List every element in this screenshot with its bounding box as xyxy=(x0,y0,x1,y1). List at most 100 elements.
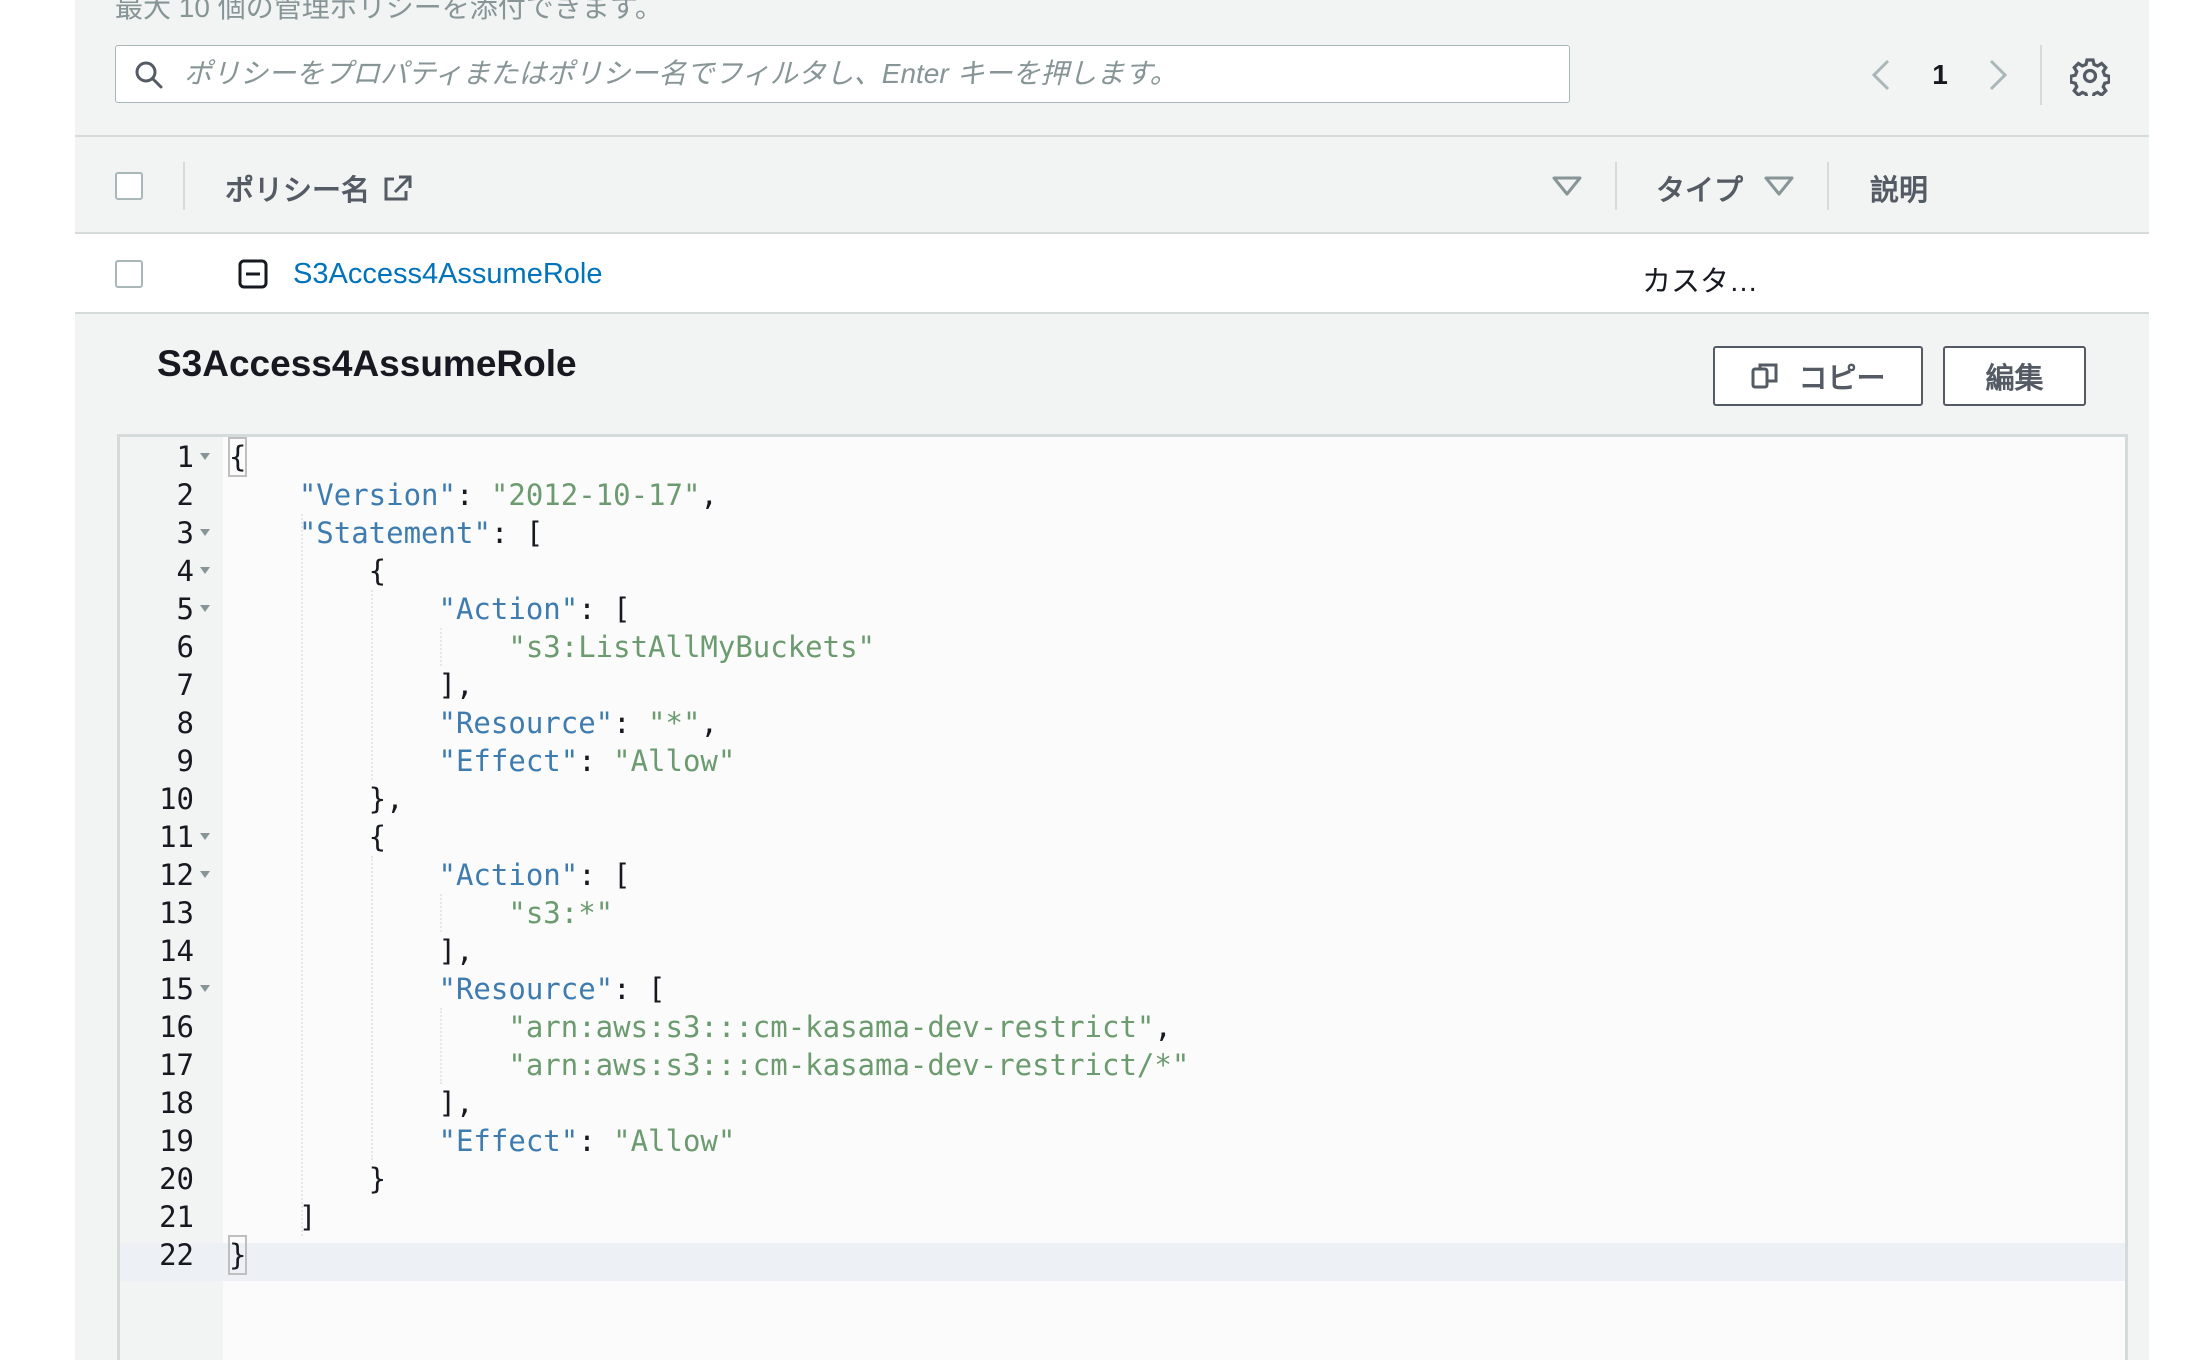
fold-arrow-icon[interactable] xyxy=(200,529,210,536)
code-text: ], xyxy=(229,1086,474,1120)
code-text: { xyxy=(227,437,248,477)
prev-page-button[interactable] xyxy=(1863,50,1899,100)
code-line: 19 "Effect": "Allow" xyxy=(120,1122,2120,1160)
next-page-button[interactable] xyxy=(1980,50,2016,100)
gear-icon[interactable] xyxy=(2070,56,2110,96)
code-text: "Action": [ xyxy=(438,592,631,626)
line-number: 12 xyxy=(159,858,194,892)
code-text: "Statement": [ xyxy=(298,516,544,550)
search-icon xyxy=(135,61,163,89)
line-number: 2 xyxy=(176,478,194,512)
toolbar-divider xyxy=(2040,45,2042,105)
line-number: 4 xyxy=(176,554,194,588)
select-all-checkbox[interactable] xyxy=(115,172,143,200)
code-line: 3 "Statement": [ xyxy=(120,514,2120,552)
code-line: 8 "Resource": "*", xyxy=(120,704,2120,742)
search-box[interactable] xyxy=(115,45,1570,103)
row-checkbox[interactable] xyxy=(115,260,143,288)
copy-button-label: コピー xyxy=(1798,363,1886,395)
line-number: 19 xyxy=(159,1124,194,1158)
line-number: 8 xyxy=(176,706,194,740)
column-header-policy-name-label: ポリシー名 xyxy=(225,175,371,207)
code-line: 4 { xyxy=(120,552,2120,590)
line-number: 18 xyxy=(159,1086,194,1120)
code-line: 7 ], xyxy=(120,666,2120,704)
code-line: 6 "s3:ListAllMyBuckets" xyxy=(120,628,2120,666)
code-line: 15 "Resource": [ xyxy=(120,970,2120,1008)
column-divider xyxy=(1615,162,1617,210)
line-number: 16 xyxy=(159,1010,194,1044)
fold-arrow-icon[interactable] xyxy=(200,871,210,878)
line-number: 9 xyxy=(176,744,194,778)
external-link-icon xyxy=(384,175,412,201)
line-number: 20 xyxy=(159,1162,194,1196)
line-number: 6 xyxy=(176,630,194,664)
code-text: "Effect": "Allow" xyxy=(438,744,736,778)
search-input[interactable] xyxy=(184,54,1554,94)
code-line: 13 "s3:*" xyxy=(120,894,2120,932)
collapse-icon[interactable] xyxy=(238,259,268,289)
fold-arrow-icon[interactable] xyxy=(200,985,210,992)
copy-button[interactable]: コピー xyxy=(1713,346,1923,406)
code-text: "arn:aws:s3:::cm-kasama-dev-restrict/*" xyxy=(508,1048,1190,1082)
column-divider xyxy=(183,162,185,210)
sort-down-icon[interactable] xyxy=(1764,175,1794,197)
line-number: 5 xyxy=(176,592,194,626)
code-line: 5 "Action": [ xyxy=(120,590,2120,628)
code-text: }, xyxy=(229,782,404,816)
line-number: 17 xyxy=(159,1048,194,1082)
line-number: 22 xyxy=(159,1238,194,1272)
code-text: "s3:*" xyxy=(508,896,614,930)
fold-arrow-icon[interactable] xyxy=(200,453,210,460)
column-divider xyxy=(1827,162,1829,210)
column-header-description[interactable]: 説明 xyxy=(1870,167,1928,209)
code-line: 9 "Effect": "Allow" xyxy=(120,742,2120,780)
code-line: 17 "arn:aws:s3:::cm-kasama-dev-restrict/… xyxy=(120,1046,2120,1084)
line-number: 7 xyxy=(176,668,194,702)
code-text: "Effect": "Allow" xyxy=(438,1124,736,1158)
code-line: 22} xyxy=(120,1235,2120,1275)
code-text: "Action": [ xyxy=(438,858,631,892)
code-text: ], xyxy=(229,668,474,702)
sort-down-icon[interactable] xyxy=(1552,175,1582,197)
fold-arrow-icon[interactable] xyxy=(200,605,210,612)
fold-arrow-icon[interactable] xyxy=(200,833,210,840)
line-number: 11 xyxy=(159,820,194,854)
code-text: "Resource": "*", xyxy=(438,706,718,740)
edit-button[interactable]: 編集 xyxy=(1943,346,2086,406)
code-text: "Version": "2012-10-17", xyxy=(298,478,718,512)
page-number[interactable]: 1 xyxy=(1920,50,1960,100)
chevron-left-icon xyxy=(1871,59,1890,91)
line-number: 14 xyxy=(159,934,194,968)
line-number: 13 xyxy=(159,896,194,930)
policy-json-editor[interactable]: 1{2 "Version": "2012-10-17", 3 "Statement… xyxy=(117,434,2128,1360)
code-line: 2 "Version": "2012-10-17", xyxy=(120,476,2120,514)
code-text: ] xyxy=(229,1200,317,1234)
column-header-policy-name[interactable]: ポリシー名 xyxy=(225,167,414,209)
fold-arrow-icon[interactable] xyxy=(200,567,210,574)
top-note: 最大 10 個の管理ポリシーを添付できます。 xyxy=(115,0,663,23)
code-line: 21 ] xyxy=(120,1198,2120,1236)
policy-name-link[interactable]: S3Access4AssumeRole xyxy=(293,258,602,291)
code-text: "Resource": [ xyxy=(438,972,666,1006)
code-line: 11 { xyxy=(120,818,2120,856)
policy-type: カスタ… xyxy=(1642,266,1759,298)
chevron-right-icon xyxy=(1989,59,2008,91)
code-text: ], xyxy=(229,934,474,968)
code-line: 18 ], xyxy=(120,1084,2120,1122)
copy-icon xyxy=(1751,363,1778,389)
line-number: 1 xyxy=(176,440,194,474)
column-header-type[interactable]: タイプ xyxy=(1656,167,1743,209)
column-header-description-label: 説明 xyxy=(1870,175,1929,207)
code-text: { xyxy=(229,820,387,854)
code-line: 20 } xyxy=(120,1160,2120,1198)
line-number: 10 xyxy=(159,782,194,816)
table-row[interactable]: S3Access4AssumeRole カスタ… xyxy=(75,234,2149,314)
code-text: { xyxy=(229,554,387,588)
line-number: 21 xyxy=(159,1200,194,1234)
code-line: 14 ], xyxy=(120,932,2120,970)
policy-detail-title: S3Access4AssumeRole xyxy=(157,343,577,384)
code-line: 16 "arn:aws:s3:::cm-kasama-dev-restrict"… xyxy=(120,1008,2120,1046)
code-line: 1{ xyxy=(120,437,2120,477)
code-text: "s3:ListAllMyBuckets" xyxy=(508,630,876,664)
